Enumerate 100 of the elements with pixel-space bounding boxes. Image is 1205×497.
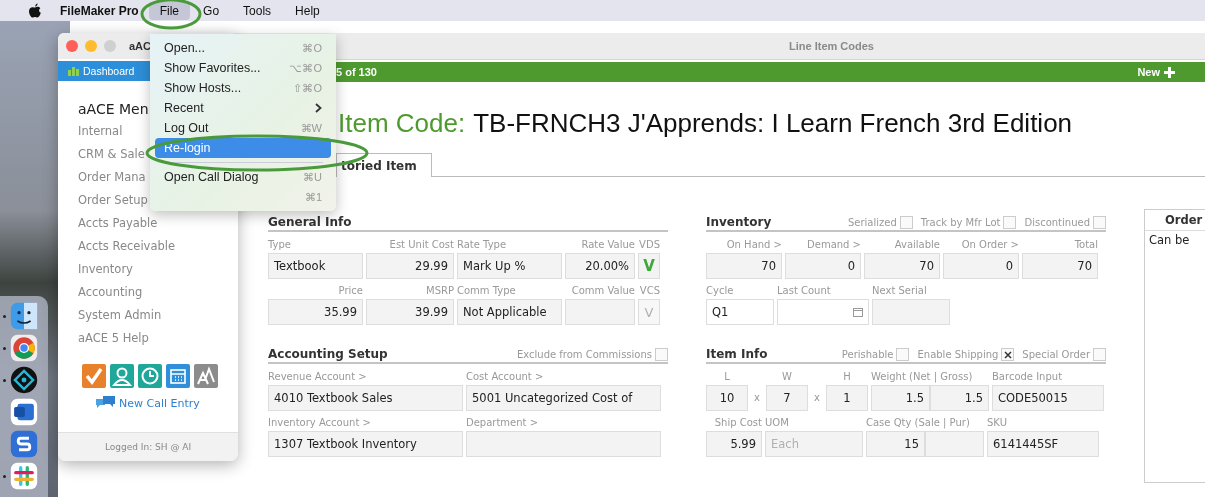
quick-action-icon[interactable] [82, 364, 106, 388]
field-label: Comm Value [570, 284, 635, 298]
field-label: Rate Type [457, 238, 508, 252]
field-label: Type [268, 238, 292, 252]
text-field[interactable]: 7 [766, 385, 808, 411]
field-label: Cost Account > [466, 370, 545, 384]
field-label: L [723, 370, 731, 384]
checkbox[interactable] [1001, 348, 1015, 361]
menu-bar-item[interactable]: Tools [232, 1, 283, 20]
text-field[interactable]: Textbook [268, 253, 363, 279]
text-field[interactable]: 70 [706, 253, 782, 279]
checkbox[interactable] [896, 348, 910, 361]
text-field[interactable]: Mark Up % [457, 253, 562, 279]
text-field[interactable] [872, 299, 950, 325]
checkbox[interactable] [899, 216, 913, 229]
chat-bubbles-icon[interactable] [96, 396, 117, 410]
menu-item[interactable]: Show Hosts... ⇧⌘O [155, 78, 331, 98]
menu-item[interactable]: Accts Payable [78, 212, 158, 235]
apple-icon[interactable] [28, 2, 42, 19]
menu-item[interactable]: Accts Receivable [78, 235, 176, 258]
flag-field[interactable]: V [638, 299, 660, 325]
text-field[interactable]: 35.99 [268, 299, 363, 325]
text-field[interactable]: 4010 Textbook Sales [268, 385, 463, 411]
menu-item[interactable]: System Admin [78, 304, 162, 327]
field-label: Comm Type [457, 284, 517, 298]
quick-action-icon[interactable] [138, 364, 162, 388]
tab[interactable]: toried Item [336, 153, 432, 177]
text-field[interactable]: 1 [826, 385, 868, 411]
checkbox[interactable] [1003, 216, 1017, 229]
menu-item[interactable]: aACE 5 Help [78, 327, 149, 350]
new-button[interactable]: New [1137, 66, 1175, 78]
bar-chart-icon[interactable] [68, 66, 80, 76]
text-field[interactable]: 5001 Uncategorized Cost of [466, 385, 661, 411]
panel-tab[interactable]: Order [1145, 210, 1205, 231]
text-field[interactable] [466, 431, 661, 457]
text-field[interactable]: Q1 [706, 299, 774, 325]
menu-item[interactable]: Order Mana [78, 166, 146, 189]
checkbox[interactable] [655, 348, 668, 361]
number-field[interactable]: 1.5 [930, 385, 989, 411]
field-label: W [781, 370, 793, 384]
menu-bar-item[interactable]: Go [192, 1, 231, 20]
menu-item[interactable]: Internal [78, 120, 123, 143]
plus-icon[interactable] [1164, 66, 1175, 78]
section-title: Inventory [706, 215, 772, 229]
field-label: Price [337, 284, 363, 298]
close-button[interactable] [66, 40, 78, 52]
field-label: Total [1073, 238, 1098, 252]
field-label: Est Unit Cost [388, 238, 454, 252]
menu-item[interactable]: Accounting [78, 281, 143, 304]
text-field[interactable]: 70 [1022, 253, 1098, 279]
quick-action-icon[interactable] [166, 364, 190, 388]
checkbox[interactable] [1093, 348, 1106, 361]
field-label: Available [893, 238, 940, 252]
field-label: H [842, 370, 852, 384]
text-field[interactable]: Not Applicable [457, 299, 562, 325]
checkbox-label: Track by Mfr Lot [920, 217, 1001, 228]
quick-action-icon[interactable] [194, 364, 218, 388]
text-field[interactable]: CODE50015 [992, 385, 1104, 411]
field-label: Department > [466, 416, 540, 430]
menu-item[interactable]: Inventory [78, 258, 133, 281]
app-icon[interactable] [10, 302, 38, 330]
text-field[interactable]: 39.99 [366, 299, 454, 325]
app-icon[interactable] [10, 366, 38, 394]
quick-action-icon[interactable] [110, 364, 134, 388]
text-field[interactable]: 70 [864, 253, 940, 279]
field-label: Inventory Account > [268, 416, 372, 430]
text-field[interactable]: 6141445SF [987, 431, 1099, 457]
text-field[interactable]: 0 [785, 253, 861, 279]
menu-bar-item[interactable]: Help [284, 1, 331, 20]
field-label: Barcode Input [992, 370, 1064, 384]
text-field[interactable]: 10 [706, 385, 748, 411]
field-label: Weight (Net | Gross) [871, 370, 974, 385]
text-field[interactable] [565, 299, 635, 325]
menu-item[interactable]: Log Out ⌘W [155, 118, 331, 138]
number-field[interactable]: 15 [866, 431, 925, 457]
number-field[interactable] [925, 431, 984, 457]
menu-item[interactable]: Recent [155, 98, 331, 118]
menu-item[interactable]: CRM & Sale [78, 143, 145, 166]
app-name-menu[interactable]: FileMaker Pro [60, 3, 139, 18]
field-label: Case Qty (Sale | Pur) [866, 416, 971, 431]
text-field[interactable]: 1307 Textbook Inventory [268, 431, 463, 457]
text-field[interactable]: 29.99 [366, 253, 454, 279]
number-field[interactable]: 1.5 [871, 385, 930, 411]
new-call-link[interactable]: New Call Entry [96, 396, 200, 410]
text-field[interactable]: 20.00% [565, 253, 635, 279]
menu-item[interactable]: Open Call Dialog ⌘U [155, 167, 331, 187]
record-count: 5 of 130 [336, 66, 377, 78]
field-label: Cycle [706, 284, 735, 298]
app-icon[interactable] [10, 398, 38, 426]
minimize-button[interactable] [85, 40, 97, 52]
checkbox[interactable] [1093, 216, 1106, 229]
text-field[interactable]: 0 [943, 253, 1019, 279]
field-label: Revenue Account > [268, 370, 368, 384]
date-field[interactable] [777, 299, 869, 325]
text-field[interactable]: 5.99 [706, 431, 762, 457]
field-label: VDS [638, 238, 660, 252]
menu-item[interactable]: Open... ⌘O [155, 38, 331, 58]
calendar-icon[interactable] [853, 307, 863, 317]
menu-item[interactable]: Order Setup [78, 189, 148, 212]
text-field[interactable]: Each [765, 431, 863, 457]
